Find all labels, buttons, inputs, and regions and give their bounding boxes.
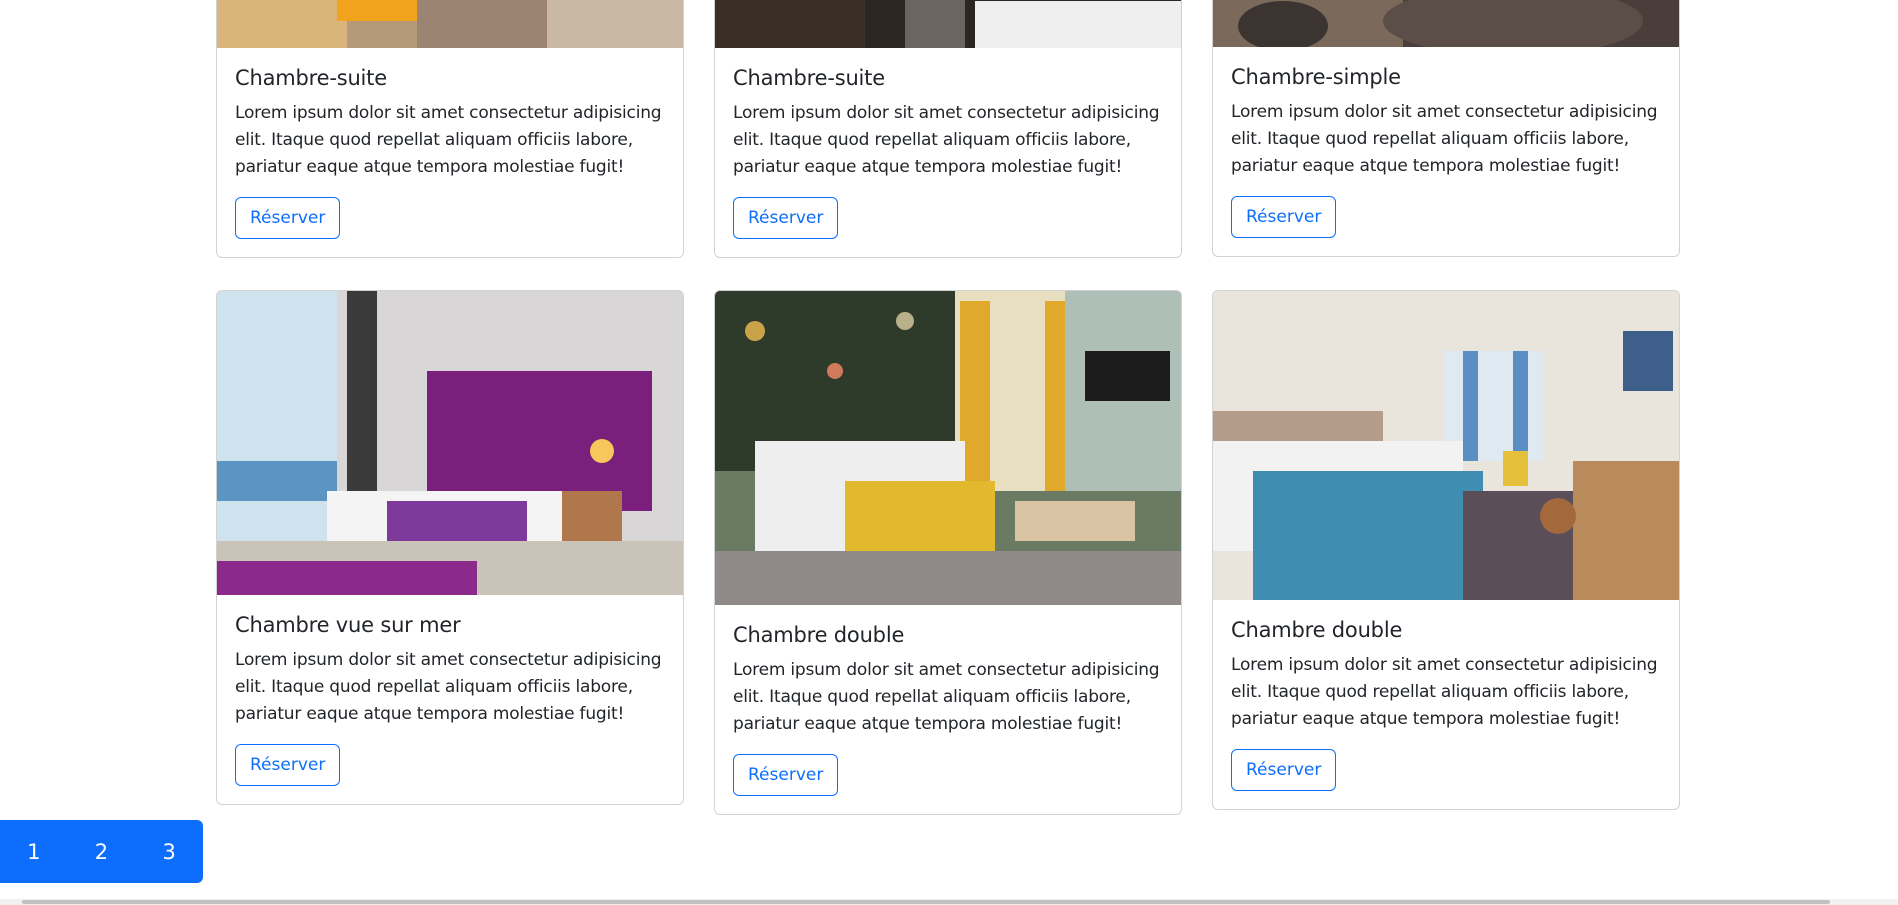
room-photo-sea-view: [217, 291, 683, 595]
card-body: Chambre-suite Lorem ipsum dolor sit amet…: [715, 48, 1181, 257]
pagination: 1 2 3: [0, 820, 203, 883]
room-card: Chambre double Lorem ipsum dolor sit ame…: [1212, 290, 1680, 810]
page-link-1[interactable]: 1: [14, 840, 54, 864]
room-card: Chambre-suite Lorem ipsum dolor sit amet…: [714, 0, 1182, 258]
card-text: Lorem ipsum dolor sit amet consectetur a…: [235, 103, 662, 177]
card-title: Chambre-suite: [235, 66, 387, 90]
horizontal-scrollbar[interactable]: [0, 899, 1898, 905]
card-body: Chambre-simple Lorem ipsum dolor sit ame…: [1213, 47, 1679, 256]
card-title: Chambre vue sur mer: [235, 613, 461, 637]
reserve-button[interactable]: Réserver: [1231, 196, 1337, 238]
card-title: Chambre double: [1231, 618, 1403, 642]
card-body: Chambre double Lorem ipsum dolor sit ame…: [715, 605, 1181, 814]
card-body: Chambre vue sur mer Lorem ipsum dolor si…: [217, 595, 683, 804]
card-title: Chambre-simple: [1231, 65, 1401, 89]
room-card: Chambre vue sur mer Lorem ipsum dolor si…: [216, 290, 684, 805]
reserve-button[interactable]: Réserver: [733, 197, 839, 239]
card-text: Lorem ipsum dolor sit amet consectetur a…: [1231, 655, 1658, 729]
card-text: Lorem ipsum dolor sit amet consectetur a…: [235, 650, 662, 724]
room-photo-double: [1213, 291, 1679, 600]
room-card: Chambre double Lorem ipsum dolor sit ame…: [714, 290, 1182, 815]
card-text: Lorem ipsum dolor sit amet consectetur a…: [733, 660, 1160, 734]
card-text: Lorem ipsum dolor sit amet consectetur a…: [733, 103, 1160, 177]
scrollbar-thumb[interactable]: [22, 900, 1830, 904]
reserve-button[interactable]: Réserver: [733, 754, 839, 796]
page-link-3[interactable]: 3: [149, 840, 189, 864]
room-photo: [1213, 0, 1679, 47]
room-photo: [217, 0, 683, 48]
card-title: Chambre-suite: [733, 66, 885, 90]
reserve-button[interactable]: Réserver: [235, 744, 341, 786]
card-body: Chambre-suite Lorem ipsum dolor sit amet…: [217, 48, 683, 257]
card-text: Lorem ipsum dolor sit amet consectetur a…: [1231, 102, 1658, 176]
reserve-button[interactable]: Réserver: [1231, 749, 1337, 791]
card-title: Chambre double: [733, 623, 905, 647]
reserve-button[interactable]: Réserver: [235, 197, 341, 239]
room-card: Chambre-simple Lorem ipsum dolor sit ame…: [1212, 0, 1680, 257]
room-photo-double: [715, 291, 1181, 605]
room-photo: [715, 0, 1181, 48]
page-link-2[interactable]: 2: [81, 840, 121, 864]
card-body: Chambre double Lorem ipsum dolor sit ame…: [1213, 600, 1679, 809]
room-card: Chambre-suite Lorem ipsum dolor sit amet…: [216, 0, 684, 258]
